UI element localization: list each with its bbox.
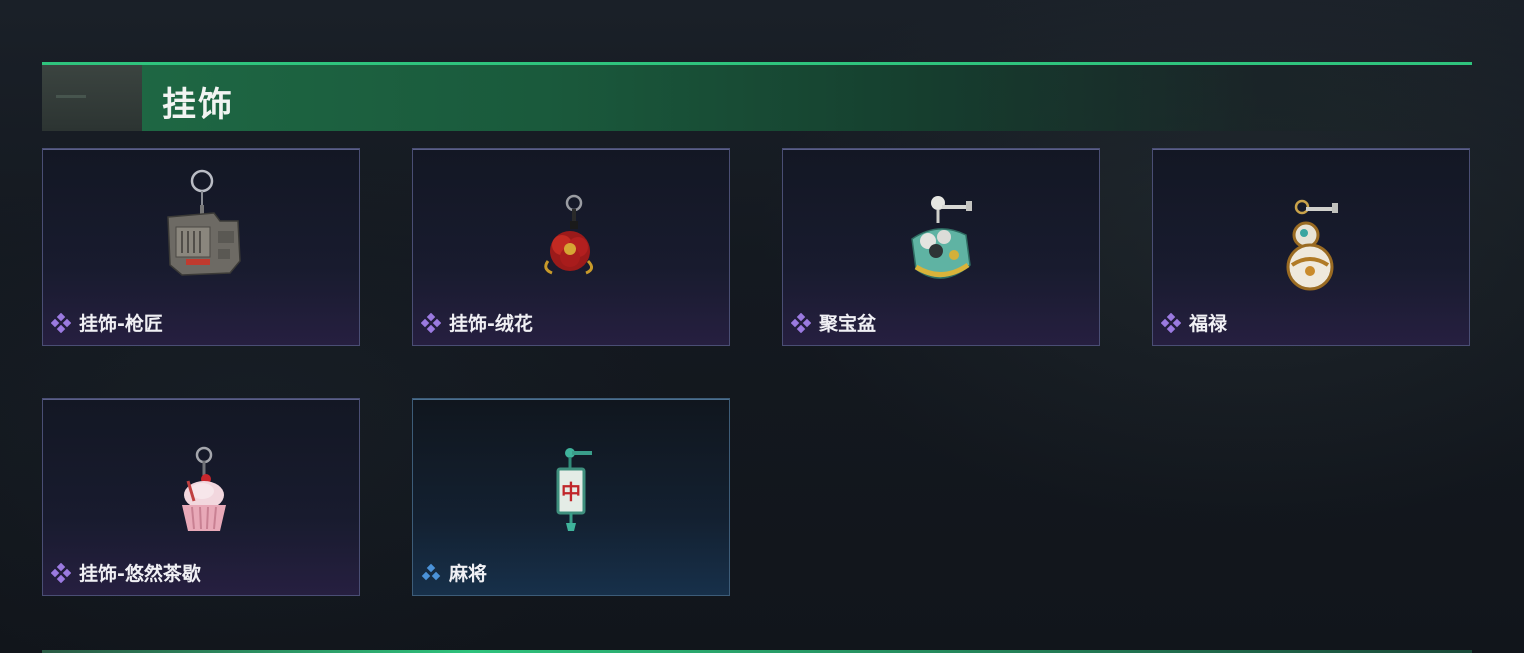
cupcake-charm-icon	[182, 446, 226, 531]
rarity-purple-icon	[51, 562, 71, 583]
card-top-edge	[43, 399, 359, 400]
item-name: 麻将	[449, 563, 488, 585]
item-card-treasure-bowl[interactable]: 聚宝盆	[782, 148, 1100, 346]
item-name: 挂饰-绒花	[449, 313, 533, 335]
rarity-purple-icon	[421, 312, 441, 333]
section-header: 挂饰	[42, 62, 1472, 131]
header-stub-line	[56, 95, 86, 98]
section-title: 挂饰	[162, 85, 234, 125]
item-card-gourd[interactable]: 福禄	[1152, 148, 1470, 346]
card-top-edge	[413, 149, 729, 150]
item-label: 挂饰-悠然茶歇	[51, 559, 201, 586]
item-name: 挂饰-悠然茶歇	[79, 563, 201, 585]
treasure-bowl-charm-icon	[911, 196, 972, 279]
card-top-edge	[1153, 149, 1469, 150]
rarity-purple-icon	[1161, 312, 1181, 333]
velvet-flower-charm-icon	[544, 194, 593, 275]
item-label: 福禄	[1161, 309, 1227, 336]
item-label: 挂饰-绒花	[421, 309, 533, 336]
item-label: 聚宝盆	[791, 309, 876, 336]
item-card-gunsmith[interactable]: 挂饰-枪匠	[42, 148, 360, 346]
mahjong-tile-charm-icon: 中	[556, 448, 592, 531]
item-card-mahjong[interactable]: 中 麻将	[412, 398, 730, 596]
item-card-cupcake[interactable]: 挂饰-悠然茶歇	[42, 398, 360, 596]
gourd-charm-icon	[1286, 199, 1338, 291]
item-name: 聚宝盆	[819, 313, 877, 335]
rarity-purple-icon	[791, 312, 811, 333]
rarity-blue-icon	[421, 563, 441, 580]
header-stub	[42, 65, 142, 131]
item-label: 挂饰-枪匠	[51, 309, 163, 336]
card-top-edge	[43, 149, 359, 150]
card-top-edge	[783, 149, 1099, 150]
rarity-purple-icon	[51, 312, 71, 333]
gunsmith-charm-icon	[167, 169, 241, 276]
item-card-velvet-flower[interactable]: 挂饰-绒花	[412, 148, 730, 346]
item-name: 挂饰-枪匠	[79, 313, 163, 335]
item-label: 麻将	[421, 559, 487, 586]
item-name: 福禄	[1189, 313, 1228, 335]
mahjong-tile-char: 中	[561, 480, 581, 504]
charms-screen: 挂饰 挂饰-枪匠 挂饰-绒花 聚宝盆 福禄 挂饰-悠然茶歇 中 麻将	[0, 0, 1524, 653]
card-top-edge	[413, 399, 729, 400]
